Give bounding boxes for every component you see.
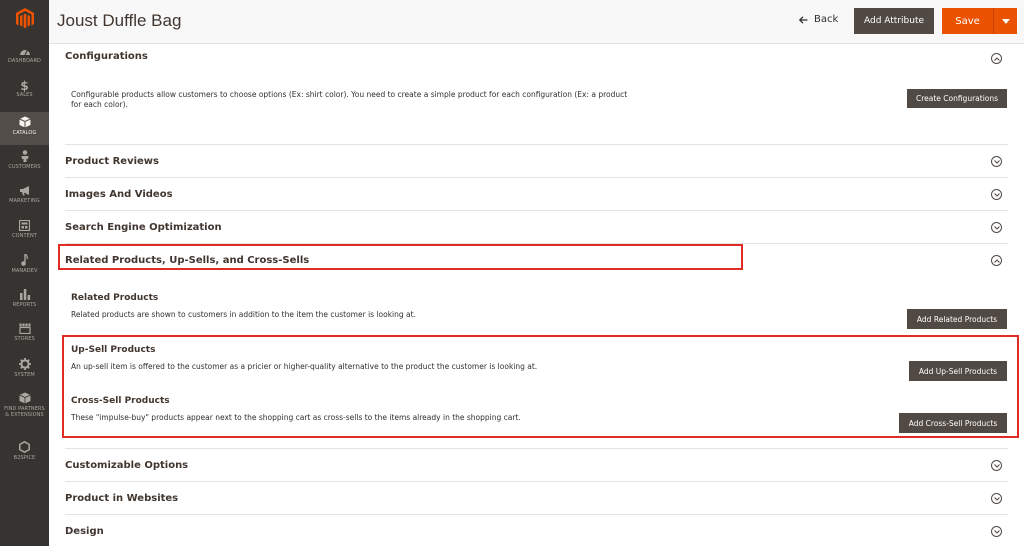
- section-images-videos-header[interactable]: Images And Videos: [65, 178, 1008, 211]
- highlight-box-related-title: [58, 244, 743, 270]
- configurations-description: Configurable products allow customers to…: [71, 90, 628, 109]
- sidebar-item-dashboard[interactable]: DASHBOARD: [0, 46, 49, 74]
- partners-icon: [18, 392, 31, 404]
- magento-logo[interactable]: [0, 0, 49, 38]
- chevron-down-icon: [991, 460, 1002, 471]
- section-design-header[interactable]: Design: [65, 515, 1008, 546]
- add-attribute-button[interactable]: Add Attribute: [854, 8, 934, 34]
- crosssell-products-title: Cross-Sell Products: [71, 396, 170, 406]
- sidebar-item-label: DASHBOARD: [8, 58, 41, 64]
- section-title: Search Engine Optimization: [65, 222, 222, 233]
- sidebar-item-marketing[interactable]: MARKETING: [0, 186, 49, 214]
- chevron-up-icon: [991, 255, 1002, 266]
- chevron-down-icon: [991, 222, 1002, 233]
- upsell-products-description: An up-sell item is offered to the custom…: [71, 362, 538, 371]
- related-products-description: Related products are shown to customers …: [71, 310, 416, 319]
- gear-icon: [18, 358, 31, 370]
- crosssell-products-description: These "impulse-buy" products appear next…: [71, 413, 521, 422]
- sidebar-item-sales[interactable]: $ SALES: [0, 80, 49, 108]
- chevron-up-icon: [991, 53, 1002, 64]
- section-title: Product Reviews: [65, 156, 159, 167]
- store-icon: [18, 323, 31, 334]
- arrow-left-icon: [799, 15, 808, 24]
- caret-down-icon: [1001, 18, 1010, 24]
- sidebar-item-label: CUSTOMERS: [8, 164, 41, 170]
- sidebar-item-system[interactable]: SYSTEM: [0, 358, 49, 386]
- sidebar-item-stores[interactable]: STORES: [0, 323, 49, 351]
- create-configurations-button[interactable]: Create Configurations: [907, 89, 1007, 108]
- sidebar-item-label: B2SPICE: [13, 455, 36, 461]
- section-title: Product in Websites: [65, 493, 179, 504]
- bar-chart-icon: [19, 289, 30, 300]
- admin-sidebar: DASHBOARD $ SALES CATALOG CUSTOMERS MARK…: [0, 0, 49, 546]
- dollar-icon: $: [20, 79, 29, 93]
- sidebar-item-label: MARKETING: [9, 198, 40, 204]
- sidebar-item-label: STORES: [14, 336, 35, 342]
- section-title: Design: [65, 526, 104, 537]
- dashboard-icon: [19, 49, 30, 56]
- content-icon: [19, 220, 30, 231]
- cube-icon: [18, 116, 31, 128]
- section-title: Images And Videos: [65, 189, 173, 200]
- chevron-down-icon: [991, 526, 1002, 537]
- chevron-down-icon: [991, 156, 1002, 167]
- page-header: Joust Duffle Bag Back Add Attribute Save: [49, 0, 1024, 44]
- section-title: Customizable Options: [65, 460, 189, 471]
- hexagon-icon: [19, 441, 30, 453]
- sidebar-item-label: FIND PARTNERS & EXTENSIONS: [4, 406, 45, 418]
- section-title: Configurations: [65, 51, 148, 62]
- sidebar-item-label: REPORTS: [12, 302, 37, 308]
- sidebar-item-label: CATALOG: [12, 130, 37, 136]
- sidebar-item-label: MANADEV: [11, 268, 38, 274]
- sidebar-item-label: SYSTEM: [14, 372, 35, 378]
- person-icon: [21, 150, 28, 162]
- save-button[interactable]: Save: [942, 8, 993, 34]
- sidebar-item-catalog[interactable]: CATALOG: [0, 112, 49, 145]
- page-title: Joust Duffle Bag: [57, 11, 182, 30]
- related-products-title: Related Products: [71, 293, 159, 303]
- section-product-in-websites-header[interactable]: Product in Websites: [65, 482, 1008, 515]
- sidebar-item-b2spice[interactable]: B2SPICE: [0, 441, 49, 469]
- sidebar-item-find-partners[interactable]: FIND PARTNERS & EXTENSIONS: [0, 392, 49, 432]
- section-product-reviews-header[interactable]: Product Reviews: [65, 145, 1008, 178]
- sidebar-item-content[interactable]: CONTENT: [0, 220, 49, 248]
- sidebar-item-label: SALES: [16, 92, 33, 98]
- magento-logo-icon: [15, 8, 34, 29]
- sidebar-item-label: CONTENT: [12, 233, 37, 239]
- sidebar-item-reports[interactable]: REPORTS: [0, 289, 49, 317]
- megaphone-icon: [19, 186, 29, 196]
- section-customizable-options-header[interactable]: Customizable Options: [65, 449, 1008, 482]
- chevron-down-icon: [991, 189, 1002, 200]
- add-crosssell-products-button[interactable]: Add Cross-Sell Products: [899, 413, 1007, 433]
- manadev-icon: [20, 254, 28, 266]
- back-button[interactable]: Back: [799, 14, 838, 25]
- save-options-toggle[interactable]: [993, 8, 1017, 34]
- add-related-products-button[interactable]: Add Related Products: [907, 309, 1007, 329]
- section-configurations-header[interactable]: Configurations: [65, 44, 1008, 74]
- sidebar-item-manadev[interactable]: MANADEV: [0, 254, 49, 282]
- upsell-products-title: Up-Sell Products: [71, 345, 156, 355]
- sidebar-item-customers[interactable]: CUSTOMERS: [0, 150, 49, 178]
- section-seo-header[interactable]: Search Engine Optimization: [65, 211, 1008, 244]
- chevron-down-icon: [991, 493, 1002, 504]
- back-button-label: Back: [814, 14, 839, 25]
- add-upsell-products-button[interactable]: Add Up-Sell Products: [909, 361, 1007, 381]
